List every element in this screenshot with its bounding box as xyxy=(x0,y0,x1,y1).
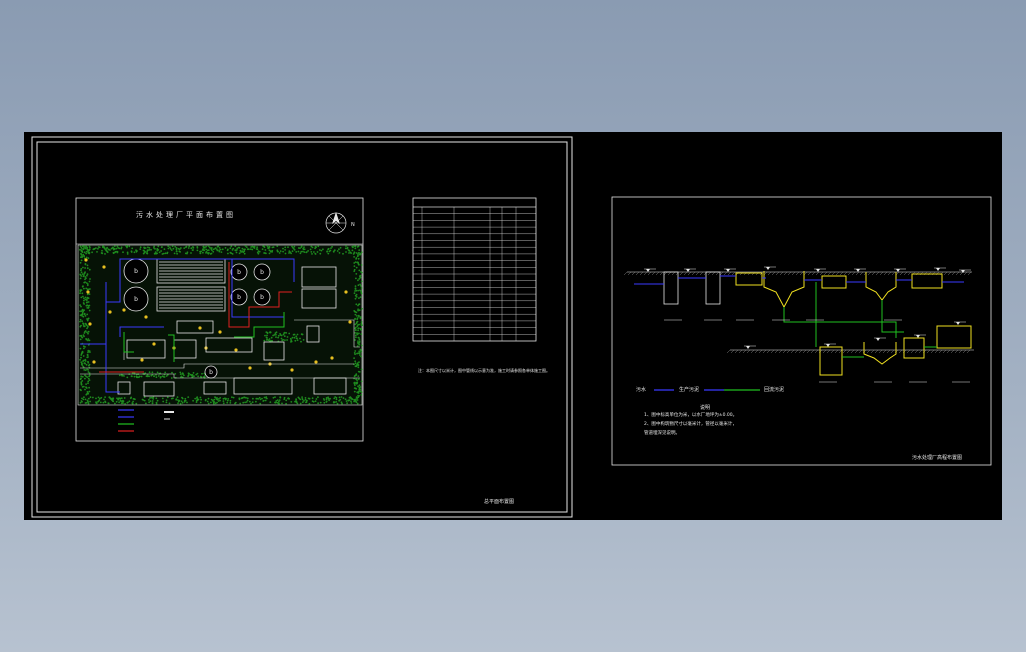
profile-sewage-line xyxy=(634,275,964,285)
ground-line-hatching xyxy=(623,271,974,354)
profile-wells xyxy=(663,271,721,305)
svg-text:b: b xyxy=(134,268,138,275)
legend-production-sludge-label: 生产污泥 xyxy=(679,387,700,393)
cad-viewport[interactable]: b b b b b b b 污水处理厂平面布置图 N 注：本图尺寸以米计，图中管线以示… xyxy=(24,132,1002,520)
sheet1-title-block: 总平面布置图 xyxy=(484,499,515,505)
sheet2-title-block: 污水处理厂高程布置图 xyxy=(912,455,963,461)
svg-text:b: b xyxy=(237,294,241,301)
profile-tanks xyxy=(735,271,972,376)
north-arrow-icon xyxy=(325,212,347,234)
note-line-3: 管道埋深见说明。 xyxy=(644,431,680,436)
note-line-2: 2、图中构筑物尺寸以毫米计，管径以毫米计， xyxy=(644,422,737,427)
svg-text:b: b xyxy=(237,269,241,276)
site-plan-title: 污水处理厂平面布置图 xyxy=(136,211,236,219)
site-legend xyxy=(118,409,174,432)
svg-text:b: b xyxy=(260,294,264,301)
elevation-dimension-marks xyxy=(644,266,971,383)
legend-sewage-label: 污水 xyxy=(636,387,647,393)
north-label: N xyxy=(351,222,355,228)
profile-return-sludge-line xyxy=(783,282,937,358)
notes-heading: 说明 xyxy=(700,405,711,411)
note-line-1: 1、图中标高单位为米，以水厂地坪为±0.00。 xyxy=(644,413,738,418)
site-boundary xyxy=(77,244,363,406)
cad-drawing-canvas[interactable]: b b b b b b b xyxy=(24,132,1002,520)
sheet-site-plan[interactable]: b b b b b b b xyxy=(31,136,573,518)
svg-text:b: b xyxy=(260,269,264,276)
svg-text:b: b xyxy=(209,369,213,376)
sheet1-note: 注：本图尺寸以米计，图中管线以示意为准，施工时请参照各单体施工图。 xyxy=(418,368,550,373)
svg-text:b: b xyxy=(134,296,138,303)
legend-return-sludge-label: 回流污泥 xyxy=(764,387,785,393)
structure-list-table xyxy=(412,197,537,342)
